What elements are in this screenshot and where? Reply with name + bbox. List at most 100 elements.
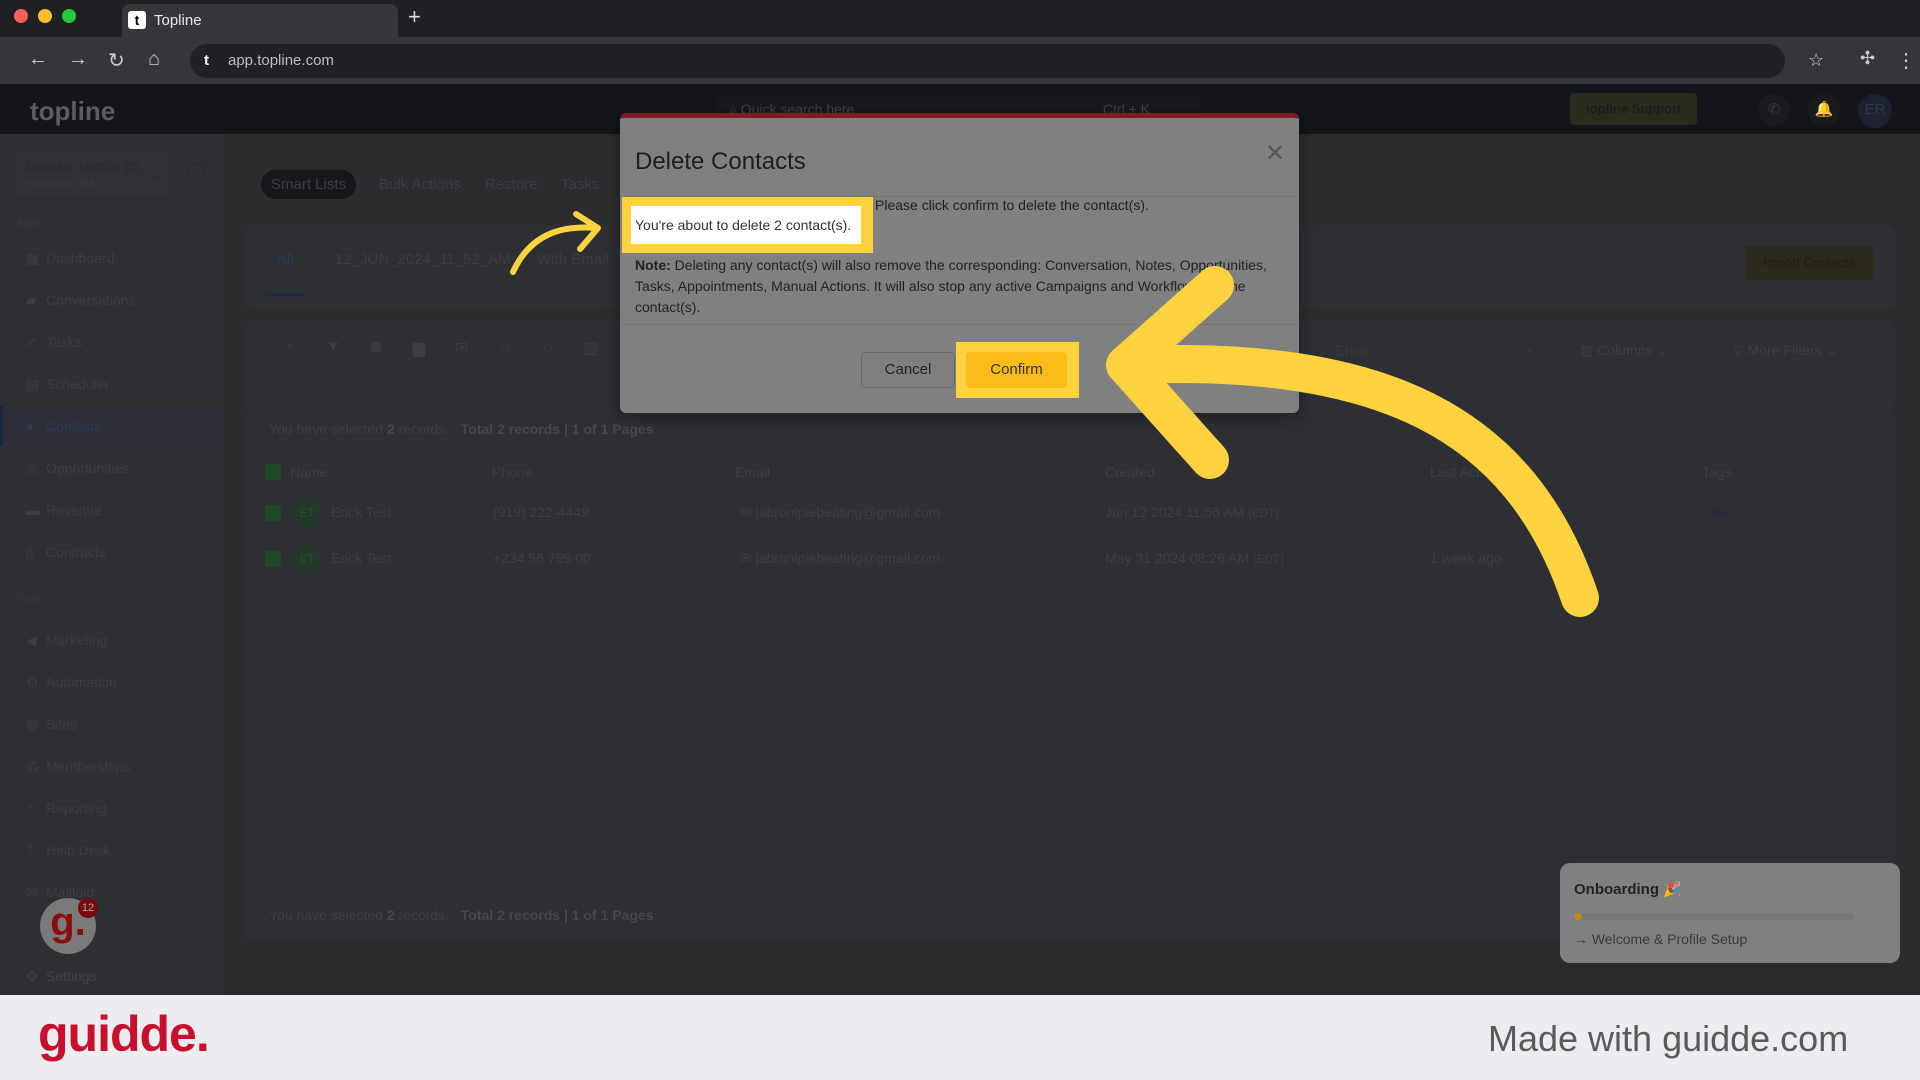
calendar-icon: ▤	[26, 376, 40, 392]
clear-icon[interactable]: ×	[1525, 343, 1534, 360]
onboarding-title: Onboarding 🎉	[1574, 881, 1682, 898]
table-row[interactable]: ET Erick Test (919) 222-4449 ✉ jabronipi…	[245, 491, 1895, 535]
filter-icon[interactable]: ▼	[315, 338, 351, 364]
smart-list-tab[interactable]: 12_JUN_2024_11_52_AM	[335, 251, 511, 268]
minimize-window-button[interactable]	[38, 9, 52, 23]
import-contacts-button[interactable]: Import Contacts	[1745, 246, 1873, 280]
sidebar-item-label: Automation	[46, 674, 117, 690]
add-icon[interactable]: +	[272, 338, 308, 364]
select-all-checkbox[interactable]	[265, 464, 281, 480]
column-header[interactable]: Created	[1105, 464, 1155, 480]
search-value: Erick	[1334, 343, 1368, 360]
smart-list-tab[interactable]: All	[277, 251, 294, 268]
onboarding-step-link[interactable]: → Welcome & Profile Setup	[1574, 931, 1747, 947]
tab-bulk-actions[interactable]: Bulk Actions	[369, 170, 471, 199]
sidebar-item-memberships[interactable]: ⁂ Memberships	[26, 758, 130, 775]
back-icon[interactable]: ←	[28, 48, 48, 71]
row-checkbox[interactable]	[265, 551, 281, 567]
column-header[interactable]: Last Activity	[1430, 464, 1504, 480]
tag-badge[interactable]: test	[1702, 499, 1739, 524]
browser-tab[interactable]: t Topline	[122, 4, 398, 37]
sidebar-item-tasks[interactable]: ✓ Tasks	[26, 334, 82, 351]
browser-menu-icon[interactable]: ⋮	[1896, 48, 1916, 73]
contact-name[interactable]: Erick Test	[331, 550, 391, 566]
sidebar-item-label: Memberships	[46, 758, 131, 774]
sidebar-item-contracts[interactable]: ▯ Contracts	[26, 544, 106, 561]
topline-logo[interactable]: topline	[30, 96, 115, 127]
opportunities-icon: ◎	[26, 460, 39, 476]
sidebar-item-reporting[interactable]: ◔ Reporting	[26, 800, 107, 816]
user-icon: ●	[26, 418, 35, 434]
avatar[interactable]: ER	[1858, 94, 1892, 128]
new-tab-button[interactable]: +	[408, 4, 421, 30]
sidebar-item-automation[interactable]: ⚙ Automation	[26, 674, 117, 691]
sidebar-item-contacts[interactable]: ● Contacts	[26, 418, 101, 434]
selection-summary-footer: You have selected 2 records. Total 2 rec…	[269, 907, 654, 923]
sidebar-item-sites[interactable]: ◍ Sites	[26, 716, 77, 733]
column-header[interactable]: Email	[735, 464, 770, 480]
mail-icon: ✉	[26, 884, 38, 900]
phone-icon[interactable]: ✆	[1758, 94, 1790, 126]
contact-email[interactable]: ✉ jabronipiebeating@gmail.com	[740, 504, 940, 521]
sidebar-item-help-desk[interactable]: ? Help Desk	[26, 842, 111, 858]
maximize-window-button[interactable]	[62, 9, 76, 23]
support-button[interactable]: topline Support	[1570, 93, 1697, 125]
contact-email[interactable]: ✉ jabronipiebeating@gmail.com	[740, 550, 940, 567]
tab-tasks[interactable]: Tasks	[551, 170, 609, 199]
url-field[interactable]: t app.topline.com	[190, 44, 1785, 78]
sidebar-item-marketing[interactable]: ◀ Marketing	[26, 632, 107, 649]
revenue-icon: ▬	[26, 502, 40, 518]
sidebar-item-opportunities[interactable]: ◎ Opportunities	[26, 460, 129, 477]
close-window-button[interactable]	[14, 9, 28, 23]
sidebar-item-revenue[interactable]: ▬ Revenue	[26, 502, 102, 518]
contact-name[interactable]: Erick Test	[331, 504, 391, 520]
step-label: Welcome & Profile Setup	[1591, 931, 1748, 947]
tab-restore[interactable]: Restore	[475, 170, 548, 199]
globe-icon: ◍	[26, 716, 39, 732]
sidebar-item-label: Help Desk	[46, 842, 111, 858]
bookmark-star-icon[interactable]: ☆	[1808, 50, 1824, 71]
cancel-button[interactable]: Cancel	[861, 352, 955, 388]
search-contacts-input[interactable]: ⌕ Erick ×	[1310, 335, 1546, 369]
columns-button[interactable]: ▥ Columns ⌄	[1580, 342, 1668, 359]
reload-icon[interactable]: ↻	[108, 48, 125, 73]
sidebar-item-conversations[interactable]: ▰ Conversations	[26, 292, 136, 309]
account-name: Dunder Mifflin [D...	[26, 159, 151, 175]
forward-icon[interactable]: →	[68, 48, 88, 71]
url-text: app.topline.com	[228, 52, 334, 69]
onboarding-widget[interactable]: Onboarding 🎉 → Welcome & Profile Setup	[1560, 863, 1900, 963]
robot-icon[interactable]: ⚉	[358, 338, 394, 364]
column-header[interactable]: Phone	[492, 464, 532, 480]
chat-icon: ▰	[26, 292, 37, 308]
account-switcher[interactable]: Dunder Mifflin [D... Scranton, PA ⌄	[14, 153, 170, 197]
confirm-button[interactable]: Confirm	[966, 352, 1067, 388]
column-header[interactable]: Tags	[1702, 464, 1732, 480]
delete-icon[interactable]: ▥	[573, 338, 609, 364]
sidebar-item-label: Conversations	[46, 292, 136, 308]
home-icon[interactable]: ⌂	[148, 48, 160, 71]
dashboard-icon: ▦	[26, 250, 40, 266]
column-header[interactable]: Name	[290, 464, 327, 480]
table-row[interactable]: ET Erick Test +234 56 799 00 ✉ jabronipi…	[245, 537, 1895, 581]
sidebar-item-settings[interactable]: ⚙ Settings	[26, 968, 97, 985]
last-activity: 1 week ago	[1430, 550, 1502, 566]
guidde-logo[interactable]: guidde.	[38, 1005, 210, 1063]
made-with-text: Made with guidde.com	[1488, 1018, 1849, 1059]
close-icon[interactable]: ✕	[1265, 139, 1285, 168]
smart-list-tab[interactable]: With Email	[537, 251, 609, 268]
sidebar-item-dashboard[interactable]: ▦ Dashboard	[26, 250, 115, 267]
add-tag-icon[interactable]: ⌂	[487, 338, 523, 364]
tab-smart-lists[interactable]: Smart Lists	[261, 170, 357, 199]
more-filters-button[interactable]: ▽ More Filters ⌄	[1733, 342, 1837, 359]
sidebar-item-scheduler[interactable]: ▤ Scheduler	[26, 376, 109, 393]
collapse-sidebar-icon[interactable]	[188, 163, 206, 179]
bell-icon[interactable]: 🔔	[1808, 94, 1840, 126]
modal-lead-text: You're about to delete 2 contact(s).	[631, 206, 861, 244]
remove-tag-icon[interactable]: ⌂	[530, 338, 566, 364]
email-icon[interactable]: ✉	[444, 338, 480, 364]
selection-summary: You have selected 2 records. Total 2 rec…	[269, 421, 654, 437]
row-checkbox[interactable]	[265, 505, 281, 521]
onboarding-progress	[1574, 913, 1854, 920]
extensions-icon[interactable]: ✣	[1860, 48, 1875, 69]
message-icon[interactable]: ▆	[401, 338, 437, 364]
